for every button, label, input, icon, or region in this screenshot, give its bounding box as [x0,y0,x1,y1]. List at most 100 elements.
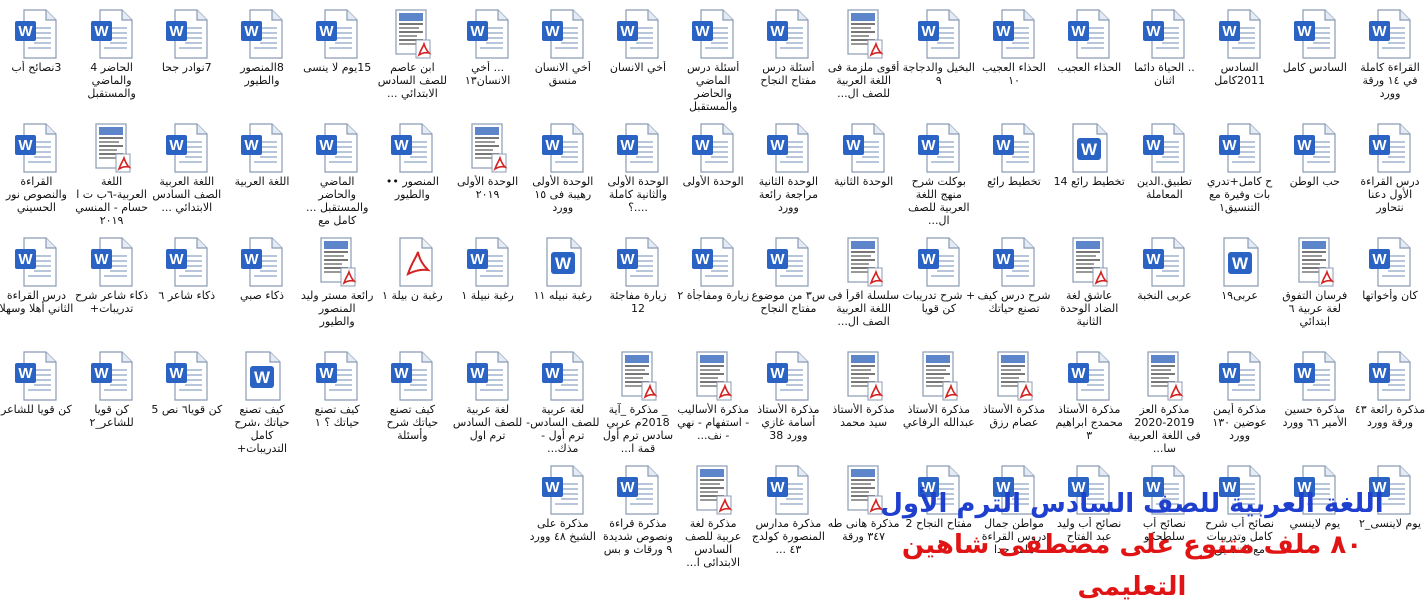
file-item[interactable]: مذكرة الأستاذ سيد محمد [827,350,901,466]
file-item[interactable]: W مذكرة الأستاذ محمدج ابراهيم ٣ [1052,350,1126,466]
file-item[interactable]: W درس القراءة الثاني أهلا وسهلا [0,236,73,352]
svg-text:W: W [996,251,1011,268]
file-item[interactable]: W أخي الانسان [601,8,675,124]
file-item[interactable]: W رغبة نبيله ١١ [526,236,600,352]
file-item[interactable]: W عربى١٩ [1203,236,1277,352]
file-item[interactable]: W الحذاء العجيب ١٠ [977,8,1051,124]
word-document-icon: W [614,122,662,174]
file-item[interactable]: W س٣ من موضوع مفتاح النجاح [751,236,825,352]
file-item[interactable]: W زيارة ومفاجأة ٢ [676,236,750,352]
file-item[interactable]: W الوحدة الأولى [676,122,750,238]
file-item[interactable]: W زيارة مفاجئة 12 [601,236,675,352]
word-document-icon: W [990,8,1038,60]
file-item[interactable]: _ مذكرة _آية 2018م عربي سادس ترم أول قمة… [601,350,675,466]
svg-text:W: W [1147,137,1162,154]
file-item[interactable]: W تخطيط رائع [977,122,1051,238]
file-name: مذكرة الأساليب - استفهام - نهي - نف... [677,403,750,442]
file-item[interactable]: أقوى ملزمة فى اللغة العربية للصف ال... [827,8,901,124]
file-item[interactable]: W القراءة والنصوص نور الحسيني [0,122,73,238]
file-item[interactable]: ابن عاصم للصف السادس الابتدائي ... [375,8,449,124]
file-item[interactable]: W مذكرة أيمن عوضين ١٣٠ وورد [1203,350,1277,466]
file-item[interactable]: W + شرح تدريبات كن قويا [902,236,976,352]
file-item[interactable]: W كيف تصنع حياتك شرح وأسئلة [375,350,449,466]
svg-text:W: W [244,137,259,154]
file-item[interactable]: رغبة ن بيلة ١ [375,236,449,352]
file-item[interactable]: W حب الوطن [1278,122,1352,238]
file-name: مذكرة الأستاذ سيد محمد [832,403,895,429]
file-item[interactable]: مذكرة الأستاذ عبدالله الرفاعي [902,350,976,466]
file-item[interactable]: W الماضي والحاضر والمستقبل ... كامل مع [300,122,374,238]
file-item[interactable]: W ح كامل+تدري بات وفيرة مع التنسيق١ [1203,122,1277,238]
svg-text:W: W [545,137,560,154]
file-item[interactable]: W أخي الانسان منسق [526,8,600,124]
file-item[interactable]: مذكرة العز 2019-2020 فى اللغة العربية سا… [1127,350,1201,466]
file-item[interactable]: W أسئلة درس الماضي والحاضر والمستقبل [676,8,750,124]
file-item[interactable]: فرسان التفوق لغة عربية ٦ ابتدائي [1278,236,1352,352]
file-item[interactable]: W الحاضر 4 والماضي والمستقبل [75,8,149,124]
file-item[interactable]: W تطبيق.الدين المعاملة [1127,122,1201,238]
file-item[interactable]: W ذكاء شاعر شرح تدريبات+ [75,236,149,352]
file-item[interactable]: W السادس كامل [1278,8,1352,124]
svg-text:W: W [1081,140,1098,159]
file-item[interactable]: سلسلة اقرأ فى اللغة العربية الصف ال... [827,236,901,352]
file-item[interactable]: مذكرة الأساليب - استفهام - نهي - نف... [676,350,750,466]
file-name: عربى النخبة [1137,289,1192,302]
file-item[interactable]: W المنصور •• والطيور [375,122,449,238]
file-item[interactable]: W مذكرة رائعة ٤٣ ورقة وورد [1353,350,1427,466]
file-item[interactable]: W اللغة العربية الصف السادس الابتدائي ... [150,122,224,238]
file-item[interactable]: عاشق لغة الضاد الوحدة الثانية [1052,236,1126,352]
file-item[interactable]: W الوحدة الأولى رهيبة فى ١٥ وورد [526,122,600,238]
file-item[interactable]: W كن قويا للشاعر_٢ [75,350,149,466]
file-item[interactable]: مذكرة الأستاذ عصام رزق [977,350,1051,466]
file-item[interactable]: W كن قويا للشاعر [0,350,73,466]
banner-title: اللغة العربية للصف السادس الترم الأول [880,489,1384,519]
file-item[interactable]: W مذكرة حسين الأمير ٦٦ وورد [1278,350,1352,466]
file-item[interactable]: W 8المنصور والطيور [225,8,299,124]
svg-text:W: W [996,23,1011,40]
file-item[interactable]: W تخطيط رائع 14 [1052,122,1126,238]
file-item[interactable]: W الوحدة الأولى والثانية كاملة ....؟ [601,122,675,238]
svg-text:W: W [1372,23,1387,40]
file-item[interactable]: رائعة مستر وليد المنصور والطيور [300,236,374,352]
file-item[interactable]: W مذكرة الأستاذ أسامة غازي وورد 38 [751,350,825,466]
file-item[interactable]: W لغة عربية للصف السادس-ترم أول - مذك... [526,350,600,466]
file-item[interactable]: W .. الحياة دائما اثنان [1127,8,1201,124]
file-item[interactable]: W البخيل والدجاجة ٩ [902,8,976,124]
file-item[interactable]: W عربى النخبة [1127,236,1201,352]
file-item[interactable]: W ... أخي الانسان١٣ [451,8,525,124]
file-item[interactable]: W اللغة العربية [225,122,299,238]
file-item[interactable]: W 3نصائح أب [0,8,73,124]
pdf-file-icon [840,8,888,60]
pdf-file-icon [840,236,888,288]
file-item[interactable]: W بوكلت شرح منهج اللغة العربية للصف ال... [902,122,976,238]
word-document-icon: W [689,122,737,174]
file-item[interactable]: W كيف تصنع حياتك ؟ ١ [300,350,374,466]
file-item[interactable]: W القراءة كاملة في ١٤ ورقة وورد [1353,8,1427,124]
file-item[interactable]: W ذكاء صبي [225,236,299,352]
file-item[interactable]: W مذكرة قراءة ونصوص شديدة ٩ ورقات و بس [601,464,675,580]
file-item[interactable]: W رغبة نبيلة ١ [451,236,525,352]
file-item[interactable]: W ذكاء شاعر ٦ [150,236,224,352]
file-item[interactable]: W كيف تصنع حياتك ،شرح كامل التدريبات+ [225,350,299,466]
file-item[interactable]: مذكرة لغة عربية للصف السادس الابتدائى ا.… [676,464,750,580]
word-document-icon: W [238,8,286,60]
file-item[interactable]: W 15يوم لا ينسى [300,8,374,124]
file-item[interactable]: W السادس 2011كامل [1203,8,1277,124]
file-item[interactable]: W 7نوادر جحا [150,8,224,124]
file-item[interactable]: اللغة العربية-٦ب ت ا حسام - المنسي ٢٠١٩ [75,122,149,238]
file-item[interactable]: الوحدة الأولى ٢٠١٩ [451,122,525,238]
file-item[interactable]: W كان وأخواتها [1353,236,1427,352]
svg-text:W: W [94,23,109,40]
file-item[interactable]: W مذكرة على الشيخ ٤٨ وورد [526,464,600,580]
word-document-icon: W [539,8,587,60]
file-item[interactable]: W شرح درس كيف تصنع حياتك [977,236,1051,352]
file-item[interactable]: W الحذاء العجيب [1052,8,1126,124]
file-item[interactable]: W درس القراءة الأول دعنا نتحاور [1353,122,1427,238]
file-item[interactable]: W أسئلة درس مفتاح النجاح [751,8,825,124]
file-item[interactable]: W كن قويا٦ نص 5 [150,350,224,466]
file-item[interactable]: W الوحدة الثانية مراجعة رائعة وورد [751,122,825,238]
file-item[interactable]: W لغة عربية للصف السادس ترم اول [451,350,525,466]
file-item[interactable]: W مذكرة مدارس المنصورة كولدج ٤٣ ... [751,464,825,580]
file-item[interactable]: W الوحدة الثانية [827,122,901,238]
file-name: عربى١٩ [1221,289,1258,302]
